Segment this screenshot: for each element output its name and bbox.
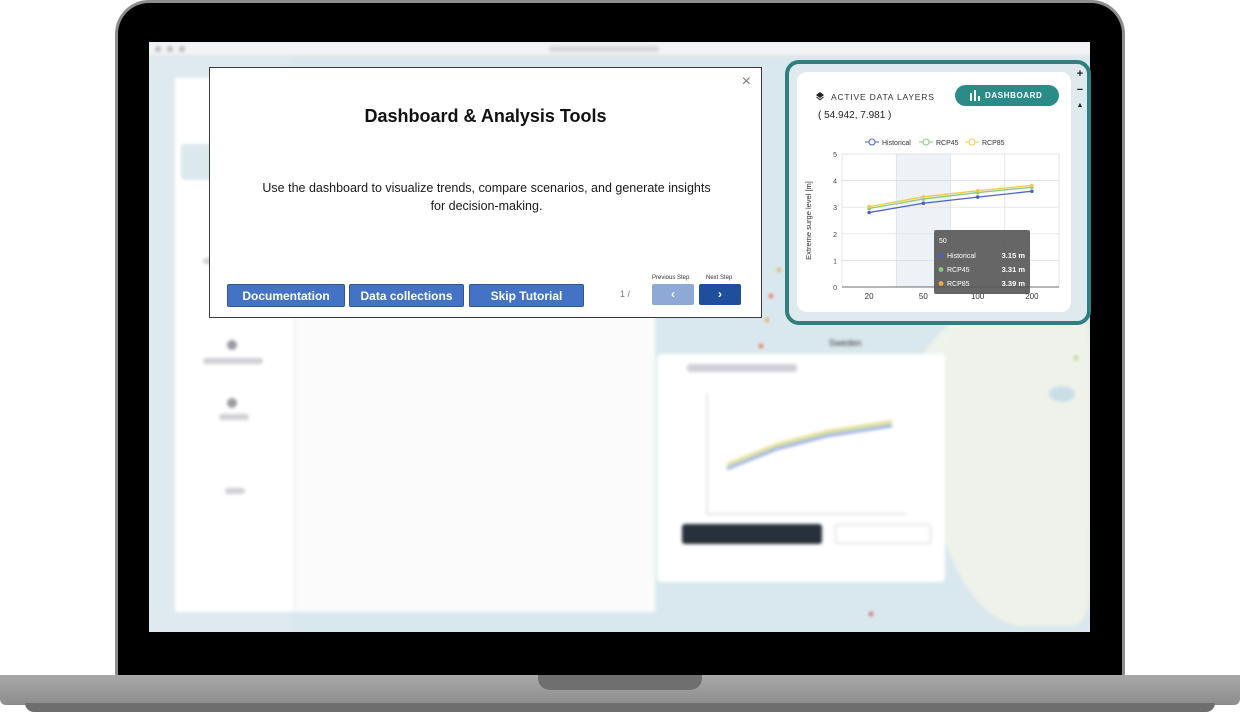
laptop-base-shadow: [25, 703, 1215, 712]
tooltip-swatch: [938, 281, 944, 286]
map-marker: [765, 318, 769, 322]
previous-step-button[interactable]: ‹: [652, 284, 694, 305]
legend-marker: [922, 138, 930, 146]
zoom-in-button[interactable]: +: [1074, 68, 1086, 80]
coordinates-readout: ( 54.942, 7.981 ): [818, 110, 892, 121]
map-marker: [759, 344, 763, 348]
legend-label: RCP85: [982, 140, 1005, 147]
data-point: [921, 195, 926, 199]
data-point: [867, 204, 871, 209]
y-tick-label: 5: [833, 152, 837, 159]
surge-chart: 01234520 50 100 200Extreme surge level [m]H…: [804, 138, 1060, 301]
sidebar-item[interactable]: [225, 488, 245, 494]
browser-refresh-icon: [179, 46, 185, 52]
map-marker: [769, 294, 773, 298]
y-tick-label: 2: [833, 232, 837, 239]
browser-forward-icon: [167, 46, 173, 52]
data-point: [1030, 183, 1034, 188]
close-icon[interactable]: ×: [742, 74, 751, 90]
tooltip-value: 3.31 m: [1002, 265, 1026, 274]
map-marker: [777, 268, 781, 272]
layers-icon[interactable]: [227, 340, 237, 350]
dashboard-highlight: ACTIVE DATA LAYERS DASHBOARD ( 54.942, 7…: [785, 60, 1091, 325]
background-chart-card: [657, 354, 945, 582]
tooltip-swatch: [938, 267, 944, 272]
data-point: [975, 195, 980, 199]
data-point: [867, 210, 871, 215]
dashboard-panel: ACTIVE DATA LAYERS DASHBOARD ( 54.942, 7…: [797, 72, 1071, 312]
tooltip-value: 3.39 m: [1002, 279, 1026, 288]
sidebar-item[interactable]: [219, 414, 249, 420]
x-tick-label: 50: [919, 292, 928, 301]
next-step-button[interactable]: ›: [699, 284, 741, 305]
browser-back-icon: [155, 46, 161, 52]
tooltip-series-name: RCP85: [947, 281, 970, 288]
data-point: [921, 201, 926, 206]
background-chart: [706, 394, 907, 515]
map-label-sweden: Sweden: [829, 338, 862, 348]
y-tick-label: 0: [833, 285, 837, 292]
dialog-body: Use the dashboard to visualize trends, c…: [262, 181, 711, 213]
tooltip-series-name: RCP45: [947, 267, 970, 274]
laptop-notch: [538, 675, 702, 690]
documentation-button[interactable]: Documentation: [227, 284, 345, 307]
zoom-out-button[interactable]: −: [1074, 84, 1086, 96]
compass-button[interactable]: ▲: [1074, 100, 1086, 112]
background-add-button[interactable]: [682, 524, 822, 544]
y-tick-label: 1: [833, 258, 837, 265]
y-axis-label: Extreme surge level [m]: [804, 181, 813, 260]
search-icon[interactable]: [227, 398, 237, 408]
layers-icon: [816, 92, 824, 101]
legend-marker: [868, 138, 876, 146]
data-point: [1030, 189, 1034, 194]
map-lake: [1049, 386, 1075, 402]
tooltip-series-name: Historical: [947, 253, 976, 260]
data-point: [975, 188, 980, 193]
sidebar-item[interactable]: [203, 358, 263, 364]
step-counter: 1 /: [620, 289, 631, 299]
tutorial-dialog: × Dashboard & Analysis Tools Use the das…: [209, 67, 762, 318]
y-tick-label: 4: [833, 179, 837, 186]
map-marker: [869, 612, 873, 616]
dialog-title: Dashboard & Analysis Tools: [364, 106, 607, 126]
tab-active-data-layers[interactable]: ACTIVE DATA LAYERS: [816, 92, 935, 102]
x-tick-label: 20: [865, 292, 874, 301]
legend-label: RCP45: [936, 140, 959, 147]
skip-tutorial-button[interactable]: Skip Tutorial: [469, 284, 584, 307]
next-step-label: Next Step: [706, 275, 733, 281]
tab-dashboard[interactable]: DASHBOARD: [955, 85, 1059, 106]
bar-chart-icon: [970, 90, 980, 101]
tab-label: DASHBOARD: [985, 91, 1043, 100]
data-collections-button[interactable]: Data collections: [349, 284, 464, 307]
background-chart-title: [687, 364, 797, 372]
tab-label: ACTIVE DATA LAYERS: [831, 92, 935, 102]
legend-label: Historical: [882, 140, 911, 147]
background-close-button[interactable]: [835, 524, 931, 544]
y-tick-label: 3: [833, 205, 837, 212]
tooltip-value: 3.15 m: [1002, 251, 1026, 260]
tooltip-title: 50: [939, 238, 947, 245]
browser-url: [549, 46, 659, 52]
background-chart-line: [726, 425, 893, 470]
map-land: [929, 306, 1089, 626]
tooltip-swatch: [938, 253, 944, 258]
map-marker: [1074, 356, 1078, 360]
legend-marker: [968, 138, 976, 146]
browser-bar: [149, 42, 1090, 56]
previous-step-label: Previous Step: [652, 275, 690, 281]
